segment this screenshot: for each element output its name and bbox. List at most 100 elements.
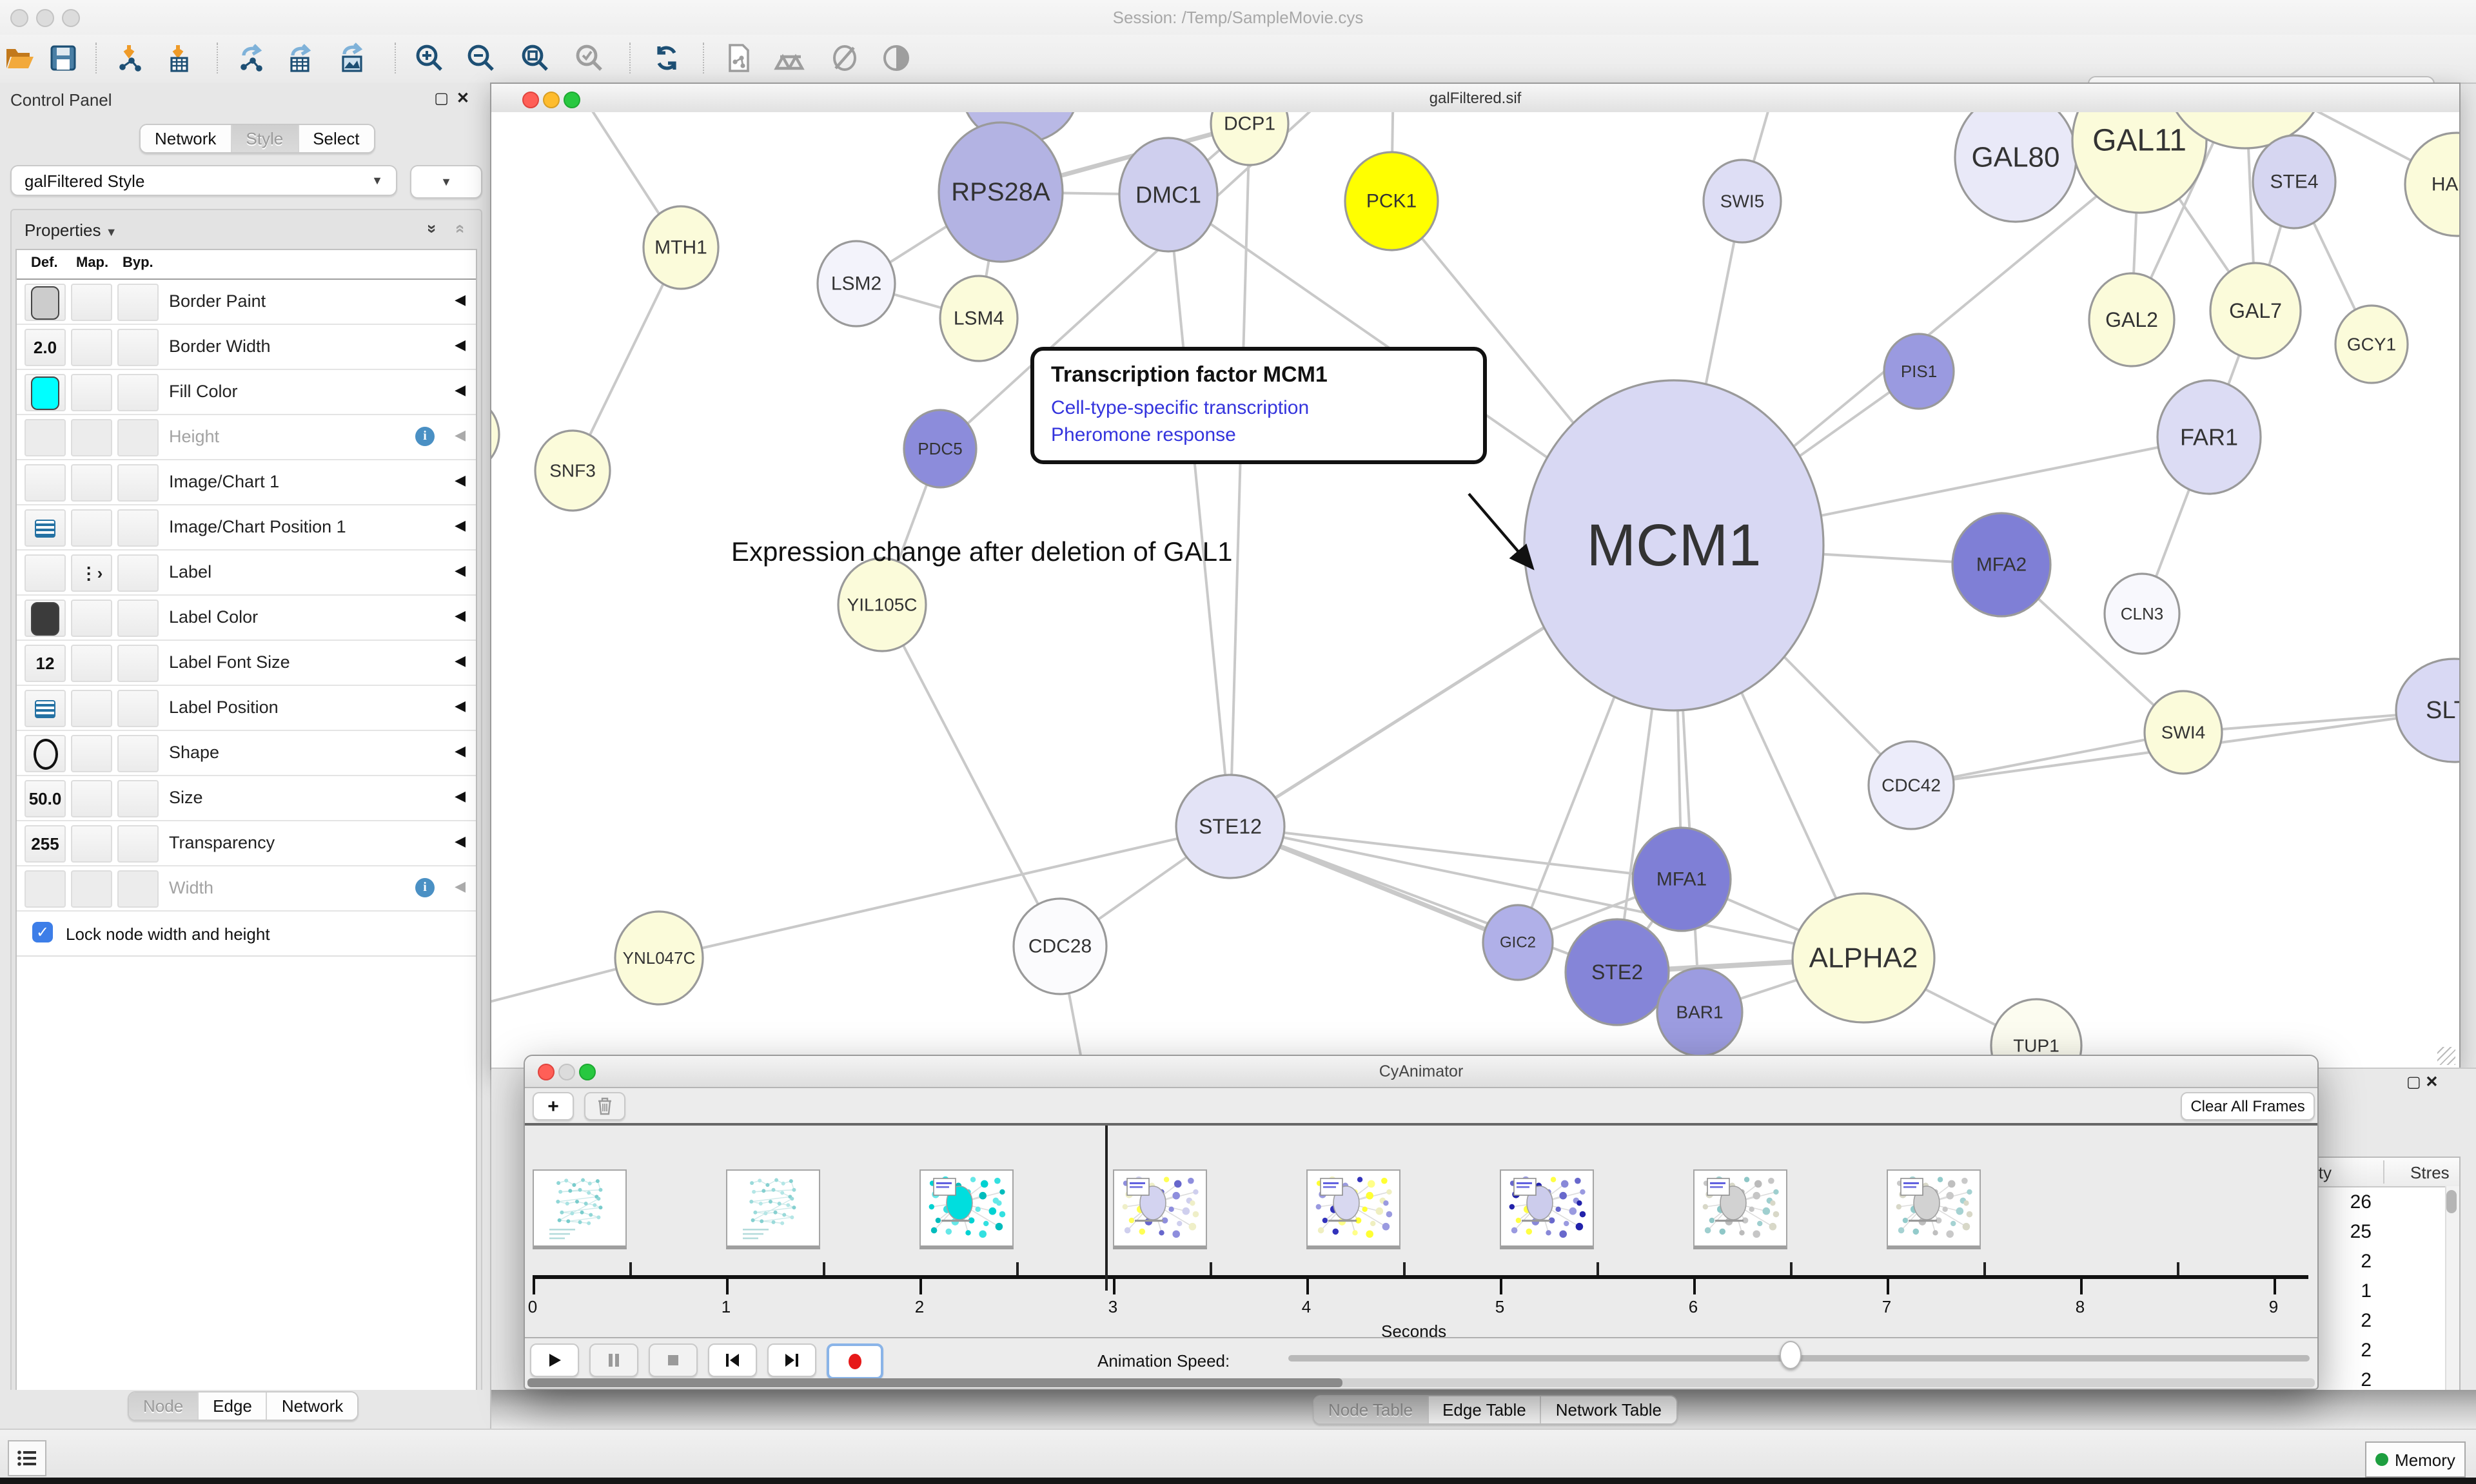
memory-button[interactable]: Memory	[2365, 1441, 2466, 1478]
table-row[interactable]: 2	[2310, 1336, 2459, 1365]
expand-row-icon[interactable]: ◀	[455, 291, 466, 308]
float-panel-icon[interactable]: ▢	[2406, 1073, 2421, 1091]
keyframe-thumbnail[interactable]	[1887, 1169, 1981, 1249]
bypass-cell[interactable]	[117, 284, 159, 321]
style-selector[interactable]: galFiltered Style ▼	[10, 165, 397, 196]
property-row[interactable]: Label Color◀	[17, 596, 476, 641]
skip-end-button[interactable]	[767, 1343, 816, 1377]
network-node[interactable]	[491, 398, 499, 471]
default-value-cell[interactable]	[25, 464, 66, 502]
clear-all-frames-button[interactable]: Clear All Frames	[2181, 1092, 2315, 1120]
bypass-cell[interactable]	[117, 329, 159, 366]
record-button[interactable]	[827, 1343, 883, 1380]
float-panel-icon[interactable]: ▢	[434, 89, 457, 107]
bypass-cell[interactable]	[117, 735, 159, 772]
property-row[interactable]: Shape◀	[17, 731, 476, 776]
import-table-icon[interactable]	[162, 41, 196, 75]
mapping-cell[interactable]	[71, 329, 112, 366]
bypass-cell[interactable]	[117, 554, 159, 592]
table-row[interactable]: 2	[2310, 1247, 2459, 1276]
network-edge[interactable]	[882, 605, 1060, 946]
network-canvas[interactable]: RPS28BDCP1RPS28ADMC1PCK1MTH1LSM2LSM4SWI5…	[491, 112, 2459, 1069]
property-row[interactable]: Fill Color◀	[17, 370, 476, 415]
mapping-cell[interactable]	[71, 284, 112, 321]
expand-row-icon[interactable]: ◀	[455, 698, 466, 714]
default-value-cell[interactable]	[25, 509, 66, 547]
table-vertical-scrollbar[interactable]	[2445, 1186, 2459, 1391]
mapping-cell[interactable]	[71, 690, 112, 727]
expand-row-icon[interactable]: ◀	[455, 517, 466, 534]
property-row[interactable]: Label Position◀	[17, 686, 476, 731]
refresh-layout-icon[interactable]	[650, 41, 683, 75]
cyanimator-timeline[interactable]: 0123456789Seconds	[525, 1126, 2317, 1337]
tab-network[interactable]: Network	[141, 125, 231, 152]
annotation-link[interactable]: Pheromone response	[1051, 422, 1466, 449]
close-panel-icon[interactable]: ✕	[2425, 1073, 2438, 1091]
mapping-cell[interactable]	[71, 735, 112, 772]
keyframe-thumbnail[interactable]	[726, 1169, 820, 1249]
zoom-out-icon[interactable]	[464, 41, 498, 75]
export-network-icon[interactable]	[235, 41, 268, 75]
expand-row-icon[interactable]: ◀	[455, 562, 466, 579]
expand-row-icon[interactable]: ◀	[455, 427, 466, 444]
mapping-cell[interactable]	[71, 600, 112, 637]
property-row[interactable]: Heighti◀	[17, 415, 476, 460]
property-row[interactable]: Widthi◀	[17, 866, 476, 912]
default-value-cell[interactable]	[25, 419, 66, 456]
info-icon[interactable]: i	[415, 427, 435, 446]
expand-row-icon[interactable]: ◀	[455, 337, 466, 353]
table-row[interactable]: 26	[2310, 1187, 2459, 1217]
property-row[interactable]: 2.0Border Width◀	[17, 325, 476, 370]
default-value-cell[interactable]: 12	[25, 645, 66, 682]
bypass-cell[interactable]	[117, 870, 159, 908]
bypass-cell[interactable]	[117, 690, 159, 727]
column-header[interactable]: Stres	[2410, 1163, 2450, 1182]
mapping-cell[interactable]: ⋮›	[71, 554, 112, 592]
task-history-button[interactable]	[8, 1440, 46, 1476]
keyframe-thumbnail[interactable]	[1693, 1169, 1787, 1249]
tab-select[interactable]: Select	[299, 125, 373, 152]
network-edge[interactable]	[1168, 195, 1230, 826]
default-value-cell[interactable]	[25, 870, 66, 908]
stop-button[interactable]	[649, 1343, 698, 1377]
bypass-cell[interactable]	[117, 600, 159, 637]
pause-button[interactable]	[589, 1343, 638, 1377]
default-value-cell[interactable]	[25, 600, 66, 637]
mapping-cell[interactable]	[71, 374, 112, 411]
default-value-cell[interactable]: 2.0	[25, 329, 66, 366]
mapping-cell[interactable]	[71, 419, 112, 456]
lock-node-size-checkbox[interactable]: ✓	[32, 922, 53, 942]
table-row[interactable]: 1	[2310, 1276, 2459, 1306]
mapping-cell[interactable]	[71, 780, 112, 817]
tab-edge[interactable]: Edge	[199, 1392, 268, 1420]
network-edge[interactable]	[659, 826, 1230, 958]
property-row[interactable]: 12Label Font Size◀	[17, 641, 476, 686]
expand-row-icon[interactable]: ◀	[455, 382, 466, 398]
table-row[interactable]: 25	[2310, 1217, 2459, 1247]
keyframe-thumbnail[interactable]	[1113, 1169, 1207, 1249]
keyframe-thumbnail[interactable]	[533, 1169, 627, 1249]
expand-row-icon[interactable]: ◀	[455, 833, 466, 850]
panels-icon[interactable]	[774, 41, 807, 75]
default-value-cell[interactable]	[25, 374, 66, 411]
mapping-cell[interactable]	[71, 870, 112, 908]
property-row[interactable]: Border Paint◀	[17, 280, 476, 325]
save-session-icon[interactable]	[46, 41, 80, 75]
tab-edge-table[interactable]: Edge Table	[1428, 1396, 1542, 1423]
close-panel-icon[interactable]: ✕	[457, 89, 477, 107]
expand-row-icon[interactable]: ◀	[455, 652, 466, 669]
export-image-icon[interactable]	[335, 41, 369, 75]
expand-row-icon[interactable]: ◀	[455, 878, 466, 895]
table-scrollbar-thumb[interactable]	[2446, 1190, 2457, 1213]
expand-row-icon[interactable]: ◀	[455, 607, 466, 624]
default-value-cell[interactable]	[25, 735, 66, 772]
info-icon[interactable]: i	[415, 878, 435, 897]
cyanimator-titlebar[interactable]: CyAnimator	[525, 1056, 2317, 1088]
table-row[interactable]: 2	[2310, 1365, 2459, 1392]
bypass-cell[interactable]	[117, 374, 159, 411]
bypass-cell[interactable]	[117, 419, 159, 456]
zoom-fit-icon[interactable]	[518, 41, 552, 75]
expand-row-icon[interactable]: ◀	[455, 743, 466, 759]
mapping-cell[interactable]	[71, 509, 112, 547]
tab-style[interactable]: Style	[231, 125, 299, 152]
